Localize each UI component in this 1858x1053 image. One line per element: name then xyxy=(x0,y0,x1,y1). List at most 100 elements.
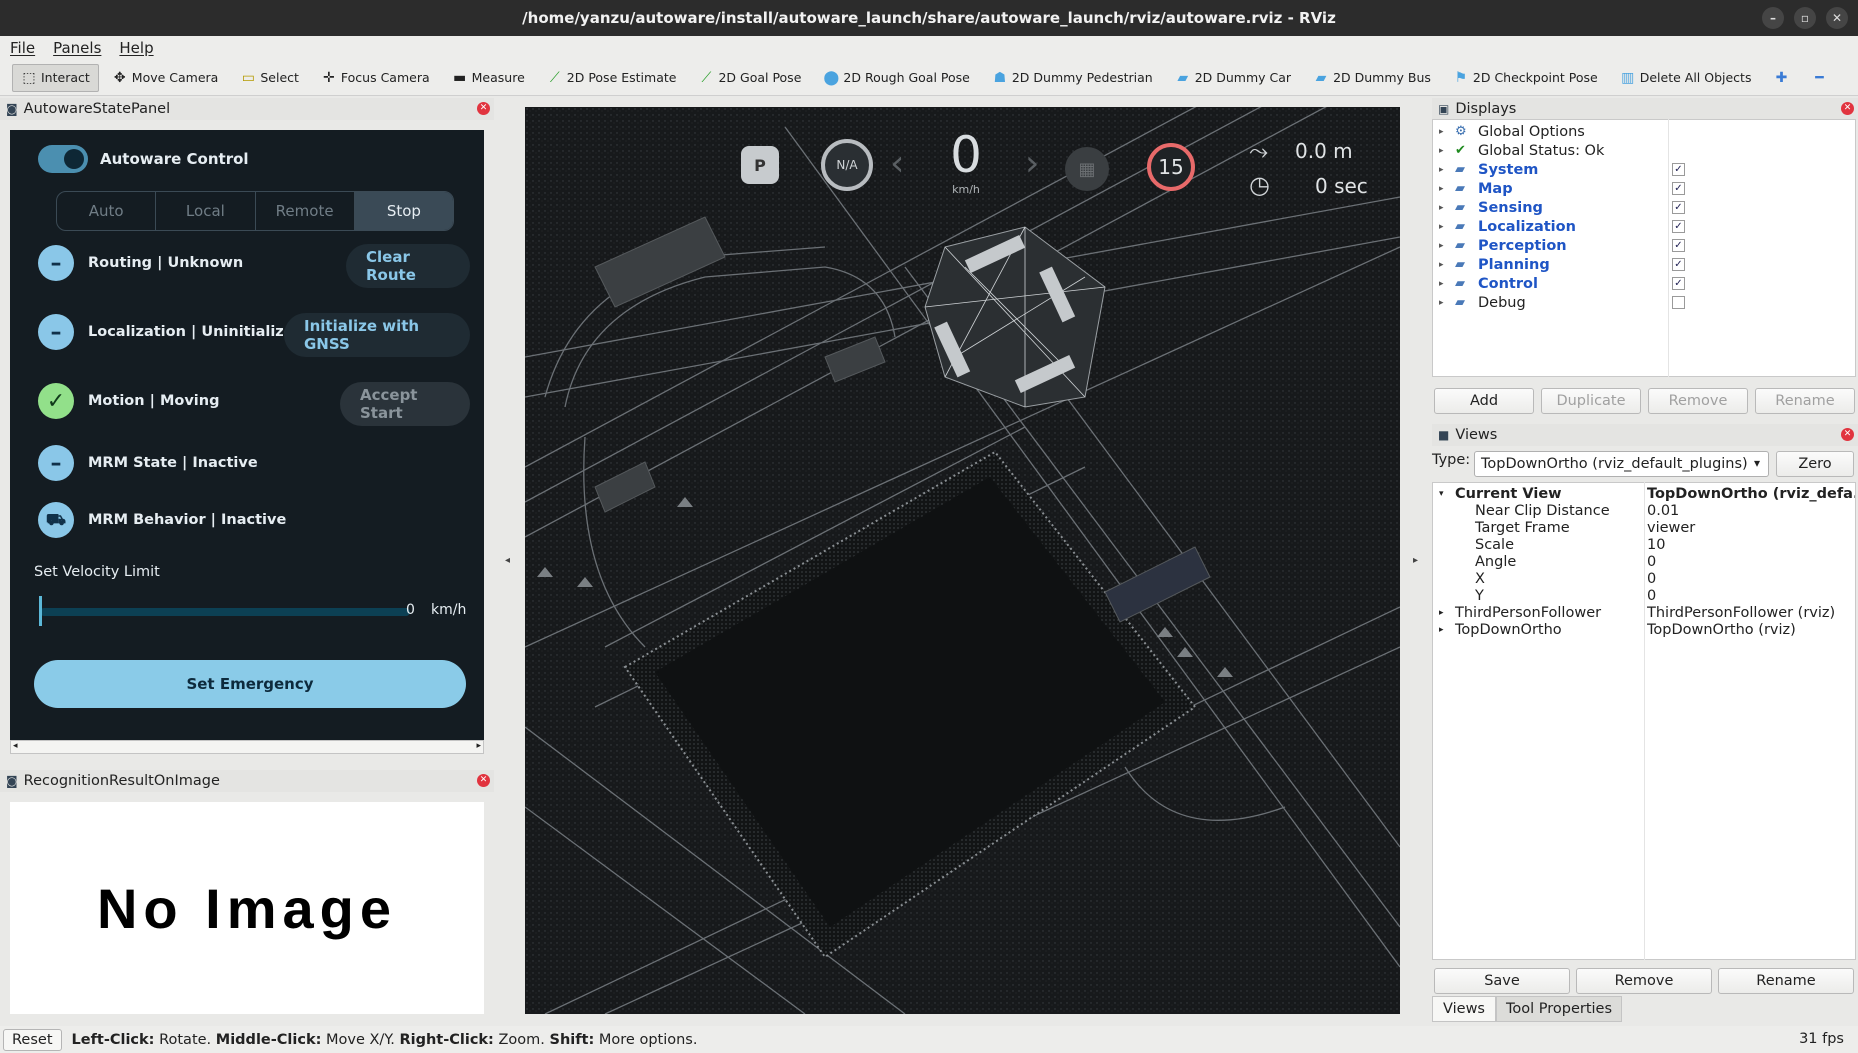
display-checkbox[interactable]: ✓ xyxy=(1672,239,1685,252)
expand-arrow-icon[interactable]: ▸ xyxy=(1439,625,1444,635)
display-checkbox[interactable]: ✓ xyxy=(1672,201,1685,214)
collapse-right-icon[interactable]: ▸ xyxy=(1413,555,1418,566)
mode-local-button[interactable]: Local xyxy=(156,192,256,230)
scroll-left-icon[interactable]: ◂ xyxy=(13,741,18,751)
close-icon[interactable]: ✕ xyxy=(1826,7,1848,29)
display-item-planning[interactable]: ▸ ▰ Planning ✓ xyxy=(1433,255,1857,274)
rename-display-button[interactable]: Rename xyxy=(1755,388,1855,414)
menu-panels[interactable]: Panels xyxy=(53,39,101,57)
display-checkbox[interactable]: ✓ xyxy=(1672,182,1685,195)
display-item-sensing[interactable]: ▸ ▰ Sensing ✓ xyxy=(1433,198,1857,217)
mode-stop-button[interactable]: Stop xyxy=(354,192,453,230)
add-display-button[interactable]: Add xyxy=(1434,388,1534,414)
expand-arrow-icon[interactable]: ▸ xyxy=(1439,298,1444,308)
display-item-map[interactable]: ▸ ▰ Map ✓ xyxy=(1433,179,1857,198)
view-row-near-clip[interactable]: Near Clip Distance 0.01 xyxy=(1433,503,1857,520)
status-bar: Reset Left-Click: Rotate. Middle-Click: … xyxy=(0,1026,1858,1053)
remove-display-button[interactable]: Remove xyxy=(1648,388,1748,414)
mode-auto-button[interactable]: Auto xyxy=(57,192,157,230)
render-viewport[interactable]: P N/A ‹ 0 km/h › ▦ 15 ⤳ 0.0 m ◷ 0 sec xyxy=(525,107,1400,1014)
tool-2d-pose-estimate[interactable]: ⟋ 2D Pose Estimate xyxy=(538,64,686,92)
expand-arrow-icon[interactable]: ▸ xyxy=(1439,241,1444,251)
set-emergency-button[interactable]: Set Emergency xyxy=(34,660,466,708)
menu-file[interactable]: File xyxy=(10,39,35,57)
display-checkbox[interactable]: ✓ xyxy=(1672,220,1685,233)
view-row-top-down[interactable]: ▸ TopDownOrtho TopDownOrtho (rviz) xyxy=(1433,622,1857,639)
display-item-control[interactable]: ▸ ▰ Control ✓ xyxy=(1433,274,1857,293)
display-item-perception[interactable]: ▸ ▰ Perception ✓ xyxy=(1433,236,1857,255)
tool-move-camera[interactable]: ✥ Move Camera xyxy=(103,64,228,92)
zero-view-button[interactable]: Zero xyxy=(1776,451,1854,477)
display-item-localization[interactable]: ▸ ▰ Localization ✓ xyxy=(1433,217,1857,236)
tool-2d-checkpoint-pose[interactable]: ⚑ 2D Checkpoint Pose xyxy=(1444,64,1607,92)
tool-select[interactable]: ▭ Select xyxy=(231,64,308,92)
display-item-global-options[interactable]: ▸ ⚙ Global Options xyxy=(1433,122,1857,141)
tool-2d-dummy-bus[interactable]: ▰ 2D Dummy Bus xyxy=(1304,64,1440,92)
view-row-scale[interactable]: Scale 10 xyxy=(1433,537,1857,554)
velocity-limit-slider[interactable] xyxy=(40,608,410,616)
duplicate-display-button[interactable]: Duplicate xyxy=(1541,388,1641,414)
expand-arrow-icon[interactable]: ▸ xyxy=(1439,165,1444,175)
display-item-debug[interactable]: ▸ ▰ Debug xyxy=(1433,293,1857,312)
tool-2d-dummy-car[interactable]: ▰ 2D Dummy Car xyxy=(1166,64,1300,92)
menu-help[interactable]: Help xyxy=(119,39,153,57)
tab-tool-properties[interactable]: Tool Properties xyxy=(1496,996,1622,1022)
close-icon[interactable]: ✕ xyxy=(1841,428,1854,441)
expand-arrow-icon[interactable]: ▸ xyxy=(1439,127,1444,137)
traffic-light-icon: ▦ xyxy=(1065,147,1109,191)
view-row-angle[interactable]: Angle 0 xyxy=(1433,554,1857,571)
clear-route-button[interactable]: Clear Route xyxy=(346,244,470,288)
remove-view-button[interactable]: Remove xyxy=(1576,968,1712,994)
display-checkbox[interactable]: ✓ xyxy=(1672,277,1685,290)
collapse-arrow-icon[interactable]: ▾ xyxy=(1439,489,1444,499)
reset-button[interactable]: Reset xyxy=(3,1028,62,1051)
close-icon[interactable]: ✕ xyxy=(1841,102,1854,115)
display-item-global-status[interactable]: ▸ ✔ Global Status: Ok xyxy=(1433,141,1857,160)
car-icon: ⛟ xyxy=(38,502,74,538)
tool-2d-rough-goal-pose[interactable]: ⬤ 2D Rough Goal Pose xyxy=(814,64,978,92)
display-item-system[interactable]: ▸ ▰ System ✓ xyxy=(1433,160,1857,179)
scroll-right-icon[interactable]: ▸ xyxy=(476,741,481,751)
close-icon[interactable]: ✕ xyxy=(477,774,490,787)
view-row-third-person[interactable]: ▸ ThirdPersonFollower ThirdPersonFollower … xyxy=(1433,605,1857,622)
maximize-icon[interactable]: ▫ xyxy=(1794,7,1816,29)
tool-focus-camera[interactable]: ✛ Focus Camera xyxy=(312,64,439,92)
autoware-control-toggle[interactable] xyxy=(38,145,88,173)
rename-view-button[interactable]: Rename xyxy=(1718,968,1854,994)
tool-interact[interactable]: ⬚ Interact xyxy=(12,63,99,92)
view-row-x[interactable]: X0 xyxy=(1433,571,1857,588)
tool-measure[interactable]: ▬ Measure xyxy=(443,64,534,92)
expand-arrow-icon[interactable]: ▸ xyxy=(1439,608,1444,618)
display-checkbox[interactable]: ✓ xyxy=(1672,258,1685,271)
expand-arrow-icon[interactable]: ▸ xyxy=(1439,184,1444,194)
route-distance-icon: ⤳ xyxy=(1249,137,1269,165)
velocity-slider-handle[interactable] xyxy=(39,596,42,626)
initialize-gnss-button[interactable]: Initialize with GNSS xyxy=(284,313,470,357)
display-checkbox[interactable] xyxy=(1672,296,1685,309)
add-tool-button[interactable]: ✚ xyxy=(1764,64,1798,92)
close-icon[interactable]: ✕ xyxy=(477,102,490,115)
view-row-target-frame[interactable]: Target Frame viewer xyxy=(1433,520,1857,537)
mode-remote-button[interactable]: Remote xyxy=(256,192,355,230)
expand-arrow-icon[interactable]: ▸ xyxy=(1439,222,1444,232)
view-type-select[interactable]: TopDownOrtho (rviz_default_plugins) xyxy=(1474,451,1769,477)
view-row-current-view[interactable]: ▾ Current View TopDownOrtho (rviz_defa... xyxy=(1433,486,1857,503)
save-view-button[interactable]: Save xyxy=(1434,968,1570,994)
expand-arrow-icon[interactable]: ▸ xyxy=(1439,146,1444,156)
display-checkbox[interactable]: ✓ xyxy=(1672,163,1685,176)
expand-arrow-icon[interactable]: ▸ xyxy=(1439,260,1444,270)
expand-arrow-icon[interactable]: ▸ xyxy=(1439,203,1444,213)
minimize-icon[interactable]: – xyxy=(1762,7,1784,29)
collapse-left-icon[interactable]: ◂ xyxy=(505,555,510,566)
tool-delete-all-objects[interactable]: ▥ Delete All Objects xyxy=(1611,64,1761,92)
horizontal-scrollbar[interactable]: ◂ ▸ xyxy=(10,740,484,754)
expand-arrow-icon[interactable]: ▸ xyxy=(1439,279,1444,289)
tab-views[interactable]: Views xyxy=(1432,996,1496,1022)
map-render xyxy=(525,107,1400,1014)
view-row-y[interactable]: Y0 xyxy=(1433,588,1857,605)
steering-value: N/A xyxy=(836,158,858,172)
remove-tool-button[interactable]: ━ xyxy=(1802,64,1836,92)
tool-2d-dummy-pedestrian[interactable]: ☗ 2D Dummy Pedestrian xyxy=(983,64,1162,92)
tool-2d-goal-pose[interactable]: ⟋ 2D Goal Pose xyxy=(689,64,810,92)
accept-start-button[interactable]: Accept Start xyxy=(340,382,470,426)
